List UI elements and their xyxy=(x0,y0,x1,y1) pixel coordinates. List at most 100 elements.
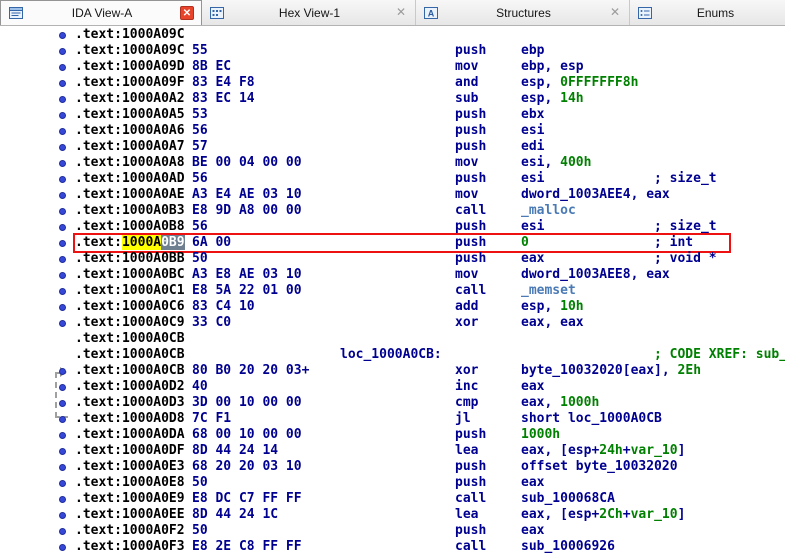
byte-codes: 53 xyxy=(192,107,208,122)
asm-line[interactable]: .text:1000A09F 83 E4 F8 and esp, 0FFFFFFF8h xyxy=(0,75,785,91)
address: .text:1000A0D3 xyxy=(75,395,185,410)
mnemonic: lea xyxy=(455,507,479,522)
asm-line[interactable]: .text:1000A09C 55 push ebp xyxy=(0,43,785,59)
byte-codes: 33 C0 xyxy=(192,315,232,330)
operand-part: _memset xyxy=(521,283,576,298)
flow-dot xyxy=(59,288,66,295)
asm-line[interactable]: .text:1000A0A7 57 push edi xyxy=(0,139,785,155)
asm-line[interactable]: .text:1000A0CB loc_1000A0CB: ; CODE XREF: … xyxy=(0,347,785,363)
flow-dot xyxy=(59,96,66,103)
asm-line[interactable]: .text:1000A0D2 40 inc eax xyxy=(0,379,785,395)
tab-hex-view-1[interactable]: Hex View-1 ✕ xyxy=(202,0,416,25)
mnemonic: push xyxy=(455,235,487,250)
operand-part: eax, [esp+ xyxy=(521,507,600,522)
flow-dot xyxy=(59,416,66,423)
operands: sub_100068CA xyxy=(521,491,654,507)
tab-ida-view-a[interactable]: IDA View-A ✕ xyxy=(0,0,202,25)
flow-dot xyxy=(59,432,66,439)
flow-dot xyxy=(59,224,66,231)
byte-codes: 83 EC 14 xyxy=(192,91,255,106)
byte-codes: 8D 44 24 14 xyxy=(192,443,279,458)
asm-line[interactable]: .text:1000A0EE 8D 44 24 1C lea eax, [esp+2C… xyxy=(0,507,785,523)
asm-line[interactable]: .text:1000A0A8 BE 00 04 00 00 mov esi, 400h xyxy=(0,155,785,171)
flow-dot xyxy=(59,80,66,87)
comment: ; int xyxy=(654,235,694,250)
operand-part: byte_10032020[eax], xyxy=(521,363,678,378)
byte-codes: 56 xyxy=(192,219,208,234)
byte-codes: 50 xyxy=(192,251,208,266)
address-part: .text: xyxy=(75,235,122,250)
asm-line[interactable]: .text:1000A0B8 56 push esi ; size_t xyxy=(0,219,785,235)
operands: dword_1003AEE4, eax xyxy=(521,187,670,203)
asm-line[interactable]: .text:1000A0DA 68 00 10 00 00 push 1000h xyxy=(0,427,785,443)
asm-line[interactable]: .text:1000A0E9 E8 DC C7 FF FF call sub_1000… xyxy=(0,491,785,507)
tab-close-icon[interactable]: ✕ xyxy=(180,6,194,20)
operands: ebp, esp xyxy=(521,59,654,75)
asm-line[interactable]: .text:1000A0D8 7C F1 jl short loc_1000A0CB xyxy=(0,411,785,427)
asm-line[interactable]: .text:1000A0C6 83 C4 10 add esp, 10h xyxy=(0,299,785,315)
address: .text:1000A0E9 xyxy=(75,491,185,506)
flow-dot xyxy=(59,384,66,391)
address: .text:1000A0BC xyxy=(75,267,185,282)
mnemonic: push xyxy=(455,43,487,58)
mnemonic: xor xyxy=(455,315,479,330)
flow-dot xyxy=(59,320,66,327)
flow-dot xyxy=(59,464,66,471)
byte-codes: A3 E8 AE 03 10 xyxy=(192,267,302,282)
asm-line[interactable]: .text:1000A0B3 E8 9D A8 00 00 call _malloc xyxy=(0,203,785,219)
operands: 0 xyxy=(521,235,654,251)
operand-part: 2Ch xyxy=(599,507,623,522)
byte-codes: 6A 00 xyxy=(192,235,232,250)
address: .text:1000A0CB xyxy=(75,347,185,362)
asm-line[interactable]: .text:1000A0A2 83 EC 14 sub esp, 14h xyxy=(0,91,785,107)
tab-structures[interactable]: A Structures ✕ xyxy=(416,0,630,25)
asm-line[interactable]: .text:1000A0E3 68 20 20 03 10 push offset b… xyxy=(0,459,785,475)
operands: _malloc xyxy=(521,203,654,219)
address: .text:1000A09C xyxy=(75,43,185,58)
address: .text:1000A0C9 xyxy=(75,315,185,330)
tab-label: Enums xyxy=(696,5,735,20)
operand-part: eax, xyxy=(521,395,561,410)
flow-dot xyxy=(59,256,66,263)
address: .text:1000A0CB xyxy=(75,363,185,378)
asm-line[interactable]: .text:1000A0BB 50 push eax ; void * xyxy=(0,251,785,267)
operand-part: esi, xyxy=(521,155,561,170)
tab-close-icon[interactable]: ✕ xyxy=(608,5,622,20)
asm-line[interactable]: .text:1000A0CB 80 B0 20 20 03+ xor byte_100… xyxy=(0,363,785,379)
tab-enums[interactable]: Enums xyxy=(630,0,785,25)
address: .text:1000A0AD xyxy=(75,171,185,186)
asm-line[interactable]: .text:1000A0D3 3D 00 10 00 00 cmp eax, 1000… xyxy=(0,395,785,411)
address: .text:1000A09D xyxy=(75,59,185,74)
comment: ; void * xyxy=(654,251,717,266)
flow-dot xyxy=(59,32,66,39)
asm-line[interactable]: .text:1000A0AE A3 E4 AE 03 10 mov dword_100… xyxy=(0,187,785,203)
asm-line[interactable]: .text:1000A09D 8B EC mov ebp, esp xyxy=(0,59,785,75)
asm-line[interactable]: .text:1000A0F2 50 push eax xyxy=(0,523,785,539)
address: .text:1000A0B9 xyxy=(75,235,192,251)
asm-line[interactable]: .text:1000A0CB xyxy=(0,331,785,347)
asm-line[interactable]: .text:1000A0E8 50 push eax xyxy=(0,475,785,491)
address-part: 1000A xyxy=(121,235,162,250)
location-label: loc_1000A0CB: xyxy=(340,347,442,362)
mnemonic: push xyxy=(455,523,487,538)
asm-line[interactable]: .text:1000A0AD 56 push esi ; size_t xyxy=(0,171,785,187)
asm-line[interactable]: .text:1000A0C1 E8 5A 22 01 00 call _memset xyxy=(0,283,785,299)
operand-part: ebp, esp xyxy=(521,59,584,74)
mnemonic: and xyxy=(455,75,479,90)
asm-line[interactable]: .text:1000A0B9 6A 00 push 0; int xyxy=(0,233,785,253)
asm-line[interactable]: .text:1000A0A5 53 push ebx xyxy=(0,107,785,123)
operands: esp, 10h xyxy=(521,299,654,315)
address: .text:1000A0A6 xyxy=(75,123,185,138)
mnemonic: push xyxy=(455,139,487,154)
asm-line[interactable]: .text:1000A09C xyxy=(0,27,785,43)
asm-line[interactable]: .text:1000A0C9 33 C0 xor eax, eax xyxy=(0,315,785,331)
mnemonic: call xyxy=(455,491,487,506)
tab-close-icon[interactable]: ✕ xyxy=(394,5,408,20)
asm-line[interactable]: .text:1000A0BC A3 E8 AE 03 10 mov dword_100… xyxy=(0,267,785,283)
operand-part: var_10 xyxy=(630,507,678,522)
asm-line[interactable]: .text:1000A0DF 8D 44 24 14 lea eax, [esp+24… xyxy=(0,443,785,459)
asm-line[interactable]: .text:1000A0A6 56 push esi xyxy=(0,123,785,139)
asm-line[interactable]: .text:1000A0F3 E8 2E C8 FF FF call sub_1000… xyxy=(0,539,785,555)
operand-part: eax xyxy=(521,251,545,266)
byte-codes: 57 xyxy=(192,139,208,154)
